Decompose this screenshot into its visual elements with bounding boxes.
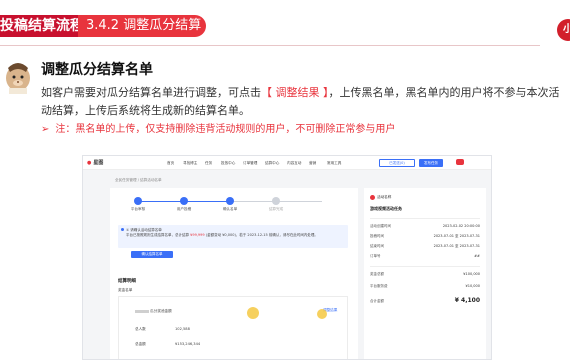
check-icon: [226, 197, 234, 205]
sent-button[interactable]: 已发送(0): [379, 159, 415, 167]
divider: [370, 266, 480, 267]
nav-item[interactable]: 内容互动: [287, 161, 301, 166]
clock-icon: [272, 197, 280, 205]
message-icon[interactable]: [456, 159, 464, 165]
result-title: 结算明细: [118, 279, 136, 284]
embedded-screenshot: ● 星图 首页 寻找博主 任务 投放中心 订单管理 结算中心 内容互动 营销 常用…: [82, 155, 492, 360]
amount-row: 平台服务费 ¥10,000: [370, 284, 480, 288]
nav-item[interactable]: 营销: [309, 161, 316, 166]
activity-title: 游戏视频活动任务: [370, 206, 402, 211]
description: 如客户需要对瓜分结算名单进行调整，可点击【 调整结果 】，上传黑名单，黑名单内的…: [41, 84, 561, 120]
divider: [370, 218, 480, 219]
chapter-title: 投稿结算流程: [0, 15, 90, 37]
step-review: 平台审核: [118, 197, 158, 212]
check-icon: [180, 197, 188, 205]
info-row: 结束时间 2023-07-01 至 2023-07-31: [370, 244, 480, 248]
info-row: 订单号 ##: [370, 254, 480, 258]
brand-logo-icon: 小: [557, 19, 570, 41]
result-row: 总金额 ¥153,246,344: [135, 342, 201, 346]
info-icon: [121, 228, 124, 231]
confirm-list-button[interactable]: 确认结算名单: [131, 251, 173, 258]
breadcrumb[interactable]: 全民任务管理 / 结算活动名单: [115, 178, 162, 183]
amount-row: 奖金总额 ¥100,000: [370, 272, 480, 276]
step-confirm: 确认名单: [210, 197, 250, 212]
arrow-icon: ➢: [41, 124, 50, 135]
nav-item[interactable]: 首页: [167, 161, 174, 166]
activity-icon: [370, 195, 375, 200]
nav-item[interactable]: 投放中心: [221, 161, 235, 166]
publish-task-button[interactable]: 发布任务: [419, 159, 443, 167]
note-text: 注：黑名单的上传，仅支持删除违背活动规则的用户，不可删除正常参与用户: [55, 124, 396, 135]
page-heading: 调整瓜分结算名单: [41, 62, 153, 78]
desc-highlight: 【 调整结果 】: [261, 86, 329, 99]
info-row: 活动创建时间 2023-02-02 20:00:00: [370, 224, 480, 228]
nav-item[interactable]: 寻找博主: [183, 161, 197, 166]
step-submit: 用户投稿: [164, 197, 204, 212]
top-bar: 投稿结算流程 3.4.2 调整瓜分结算名单 小: [0, 11, 570, 55]
result-name: 瓜分奖池金额: [135, 309, 172, 314]
app-logo: ● 星图: [87, 160, 104, 166]
alert-text: 平台已按照规则生成结算名单，总计结算 ¥99,999 (金额变动 ¥0,000)…: [126, 233, 318, 237]
result-row: 总人数 102,588: [135, 327, 190, 331]
nav-item[interactable]: 订单管理: [243, 161, 257, 166]
desc-text-1: 如客户需要对瓜分结算名单进行调整，可点击: [41, 86, 261, 99]
activity-label: 活动名称: [377, 195, 392, 199]
divider: [0, 45, 540, 46]
nav-item[interactable]: 任务: [205, 161, 212, 166]
highlight-dot-icon: [247, 307, 259, 319]
result-subtitle: 奖金名单: [118, 288, 133, 292]
confirm-alert: ① 请确认活动结算名单 平台已按照规则生成结算名单，总计结算 ¥99,999 (…: [118, 225, 348, 248]
activity-info-panel: 活动名称 游戏视频活动任务 活动创建时间 2023-02-02 20:00:00 …: [364, 188, 486, 359]
app-nav-bar: ● 星图 首页 寻找博主 任务 投放中心 订单管理 结算中心 内容互动 营销 常用…: [83, 156, 491, 170]
highlight-dot-icon: [317, 309, 327, 319]
settlement-panel: 平台审核 用户投稿 确认名单 结算完成 ① 请确认活动结算名单 平台已按照规则生…: [110, 188, 358, 359]
nav-item[interactable]: 结算中心: [265, 161, 279, 166]
nav-item[interactable]: 常用工具: [327, 161, 341, 166]
info-row: 投稿时间 2023-07-01 至 2023-07-31: [370, 234, 480, 238]
note: ➢ 注：黑名单的上传，仅支持删除违背活动规则的用户，不可删除正常参与用户: [41, 120, 395, 135]
result-card: 瓜分奖池金额 总人数 102,588 总金额 ¥153,246,344 调整结果: [118, 296, 348, 359]
step-complete: 结算完成: [256, 197, 296, 212]
check-icon: [134, 197, 142, 205]
mascot-avatar-icon: [3, 58, 33, 94]
section-title: 3.4.2 调整瓜分结算名单: [78, 15, 206, 55]
total-amount: ¥ 4,100: [454, 297, 480, 304]
